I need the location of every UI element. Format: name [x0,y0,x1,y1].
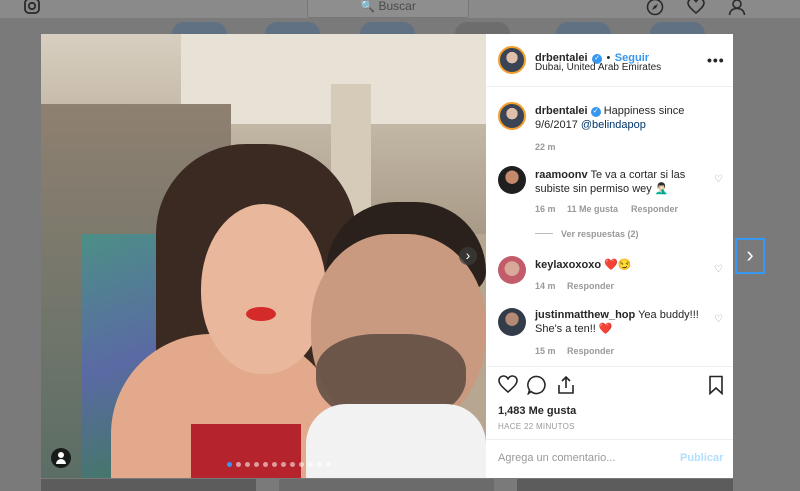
background-thumbnail [279,479,494,491]
comment-like-icon[interactable]: ♡ [714,314,723,325]
view-replies-label: Ver respuestas (2) [561,229,639,239]
background-feed-strip [0,22,800,34]
like-heart-icon[interactable] [497,375,519,397]
carousel-dot [245,462,250,467]
caption-time[interactable]: 22 m [535,142,556,152]
comment-text: ❤️😏 [604,259,632,271]
post-timestamp: HACE 22 MINUTOS [498,422,575,431]
search-input[interactable]: 🔍 Buscar [307,0,469,18]
comment-avatar[interactable] [498,166,526,194]
more-options-icon[interactable]: ••• [707,52,725,68]
avatar[interactable] [498,46,526,74]
reply-button[interactable]: Responder [631,204,678,214]
carousel-dot [263,462,268,467]
share-icon[interactable] [555,375,577,397]
carousel-dot [308,462,313,467]
comment-username[interactable]: raamoonv [535,169,588,181]
profile-icon[interactable] [727,0,747,16]
heart-icon[interactable] [686,0,706,16]
carousel-dot [281,462,286,467]
comment-like-icon[interactable]: ♡ [714,174,723,185]
post-photo[interactable]: › [41,34,486,478]
comment-input[interactable]: Agrega un comentario... [498,452,615,464]
instagram-icon[interactable] [22,0,42,16]
carousel-dot [317,462,322,467]
background-thumbnail [650,22,705,34]
background-thumbnail [360,22,415,34]
view-replies-button[interactable]: Ver respuestas (2) [535,229,639,239]
post-actions: 1,483 Me gusta HACE 22 MINUTOS [486,366,733,437]
photo-red-top [191,424,301,478]
comment: raamoonv Te va a cortar si las subiste s… [535,168,710,196]
carousel-dot [254,462,259,467]
photo-shirt [306,404,486,478]
comment: keylaxoxoxo ❤️😏 [535,258,710,272]
comment-like-icon[interactable]: ♡ [714,264,723,275]
photo-lips [246,307,276,321]
background-thumbnail [455,22,510,34]
comment-avatar[interactable] [498,308,526,336]
comment-username[interactable]: keylaxoxoxo [535,259,601,271]
explore-icon[interactable] [645,0,665,16]
user-tag-icon[interactable] [51,448,71,468]
post-header: drbentalei ✓ • Seguir Dubai, United Arab… [486,34,733,87]
comment-time[interactable]: 14 m [535,281,556,291]
caption-username[interactable]: drbentalei [535,105,588,117]
likes-count[interactable]: 1,483 Me gusta [498,405,576,417]
caption: drbentalei ✓ Happiness since 9/6/2017 @b… [535,104,720,132]
background-thumbnail [517,479,733,491]
background-thumbnail [172,22,227,34]
background-thumbnail [265,22,320,34]
comment-time[interactable]: 16 m [535,204,556,214]
carousel-dot [290,462,295,467]
carousel-dots [227,462,331,468]
carousel-dot [227,462,232,467]
carousel-next-arrow-icon[interactable]: › [459,247,477,265]
comment-username[interactable]: justinmatthew_hop [535,309,635,321]
comment-icon[interactable] [526,375,548,397]
verified-badge-icon: ✓ [590,107,601,117]
comment-time[interactable]: 15 m [535,346,556,356]
next-post-arrow-icon[interactable]: › [735,238,765,274]
reply-button[interactable]: Responder [567,346,614,356]
reply-button[interactable]: Responder [567,281,614,291]
caption-avatar[interactable] [498,102,526,130]
comment: justinmatthew_hop Yea buddy!!! She's a t… [535,308,713,336]
comment-likes[interactable]: 11 Me gusta [567,204,618,214]
photo-face-woman [201,204,326,374]
background-feed-bottom [41,479,733,491]
publish-button[interactable]: Publicar [680,452,723,464]
comment-avatar[interactable] [498,256,526,284]
carousel-dot [236,462,241,467]
background-thumbnail [41,479,256,491]
top-navigation-bar: 🔍 Buscar [0,0,800,18]
carousel-dot [299,462,304,467]
carousel-dot [272,462,277,467]
carousel-dot [326,462,331,467]
caption-mention[interactable]: @belindapop [581,119,646,131]
background-thumbnail [556,22,611,34]
save-bookmark-icon[interactable] [705,375,727,397]
comment-bar: Agrega un comentario... Publicar [486,439,733,479]
location-link[interactable]: Dubai, United Arab Emirates [535,62,661,73]
post-modal: › drbentalei ✓ • Seguir Dubai, United Ar… [41,34,733,478]
post-side-panel: drbentalei ✓ • Seguir Dubai, United Arab… [486,34,733,478]
